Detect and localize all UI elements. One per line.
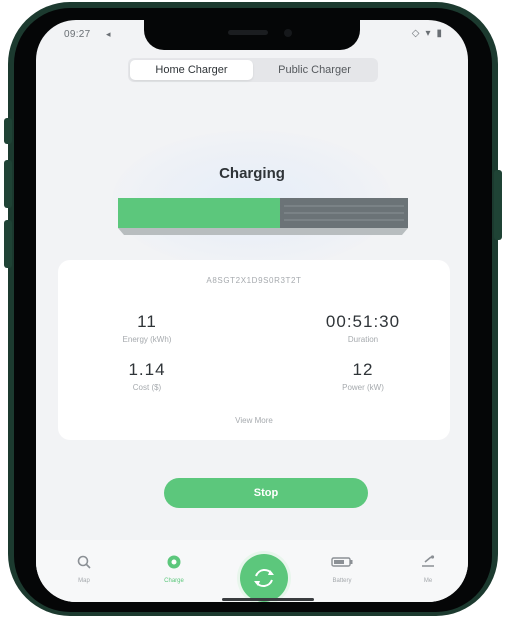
stat-duration-value: 00:51:30 <box>325 312 401 331</box>
stat-energy-value: 11 <box>137 312 157 331</box>
charger-type-switch: Home Charger Public Charger <box>128 58 378 82</box>
battery-icon <box>331 557 353 567</box>
session-card: A8SGT2X1D9S0R3T2T 11 Energy (kWh) 00:51:… <box>58 260 450 440</box>
charge-icon <box>167 555 181 569</box>
stat-cost-label: Cost ($) <box>132 383 162 392</box>
battery-base <box>118 228 408 235</box>
battery-filled-portion <box>118 198 280 228</box>
tab-me-label: Me <box>423 578 433 584</box>
search-icon <box>77 555 91 569</box>
alarm-icon: ◇ <box>411 28 420 39</box>
front-camera <box>284 29 292 37</box>
notch <box>144 20 360 50</box>
earpiece-speaker <box>228 30 268 35</box>
tab-map[interactable]: Map <box>54 554 114 584</box>
stat-energy-label: Energy (kWh) <box>122 335 172 344</box>
view-more-link[interactable]: View More <box>58 416 450 425</box>
location-icon: ◂ <box>106 29 111 39</box>
status-icons: ◇ ▾ ▮ <box>412 29 442 39</box>
stat-cost-value: 1.14 <box>128 360 166 379</box>
charging-status-title: Charging <box>219 165 285 182</box>
stat-power-label: Power (kW) <box>342 383 384 392</box>
charge-level-bar <box>118 198 408 235</box>
battery-status-icon: ▮ <box>436 28 442 39</box>
wifi-icon: ▾ <box>425 28 431 39</box>
app-screen: 09:27 ◂ ◇ ▾ ▮ Home Charger Public Charge… <box>36 20 468 602</box>
stop-button[interactable]: Stop <box>164 478 368 508</box>
status-time: 09:27 <box>64 29 91 40</box>
profile-icon <box>422 555 435 567</box>
mute-switch <box>4 118 12 144</box>
center-charge-button[interactable] <box>240 554 288 602</box>
stat-duration-label: Duration <box>347 335 379 344</box>
tab-charge[interactable]: Charge <box>144 554 204 584</box>
tab-battery[interactable]: Battery <box>312 554 372 584</box>
stat-power-value: 12 <box>352 360 374 379</box>
tab-battery-label: Battery <box>332 578 352 584</box>
tab-me[interactable]: Me <box>398 554 458 584</box>
home-indicator <box>222 598 314 601</box>
volume-down-button <box>4 220 12 268</box>
volume-up-button <box>4 160 12 208</box>
stat-duration: 00:51:30 Duration <box>288 312 438 344</box>
charger-id: A8SGT2X1D9S0R3T2T <box>206 276 302 285</box>
power-button <box>494 170 502 240</box>
tab-map-label: Map <box>78 578 90 584</box>
tab-charge-label: Charge <box>164 578 184 584</box>
tab-public-charger[interactable]: Public Charger <box>253 60 376 80</box>
center-charge-icon <box>254 569 274 587</box>
stat-cost: 1.14 Cost ($) <box>72 360 222 392</box>
tab-home-charger[interactable]: Home Charger <box>130 60 253 80</box>
stat-energy: 11 Energy (kWh) <box>72 312 222 344</box>
stat-power: 12 Power (kW) <box>288 360 438 392</box>
